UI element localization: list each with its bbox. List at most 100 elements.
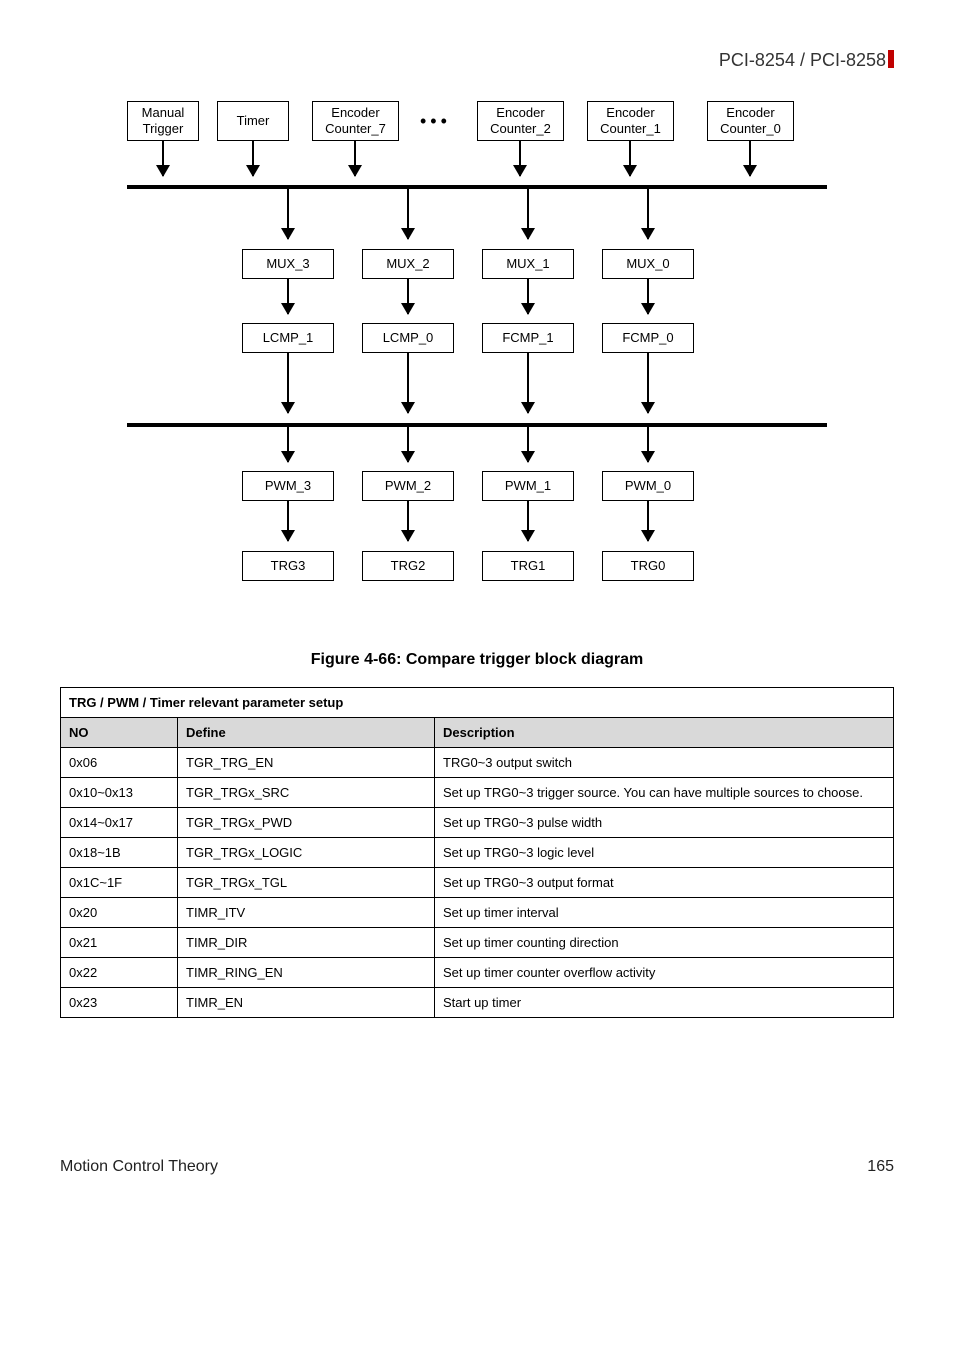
box-mux1: MUX_1 [482,249,574,279]
label: TRG1 [511,558,546,574]
table-row: 0x20TIMR_ITVSet up timer interval [61,898,894,928]
box-encoder2: Encoder Counter_2 [477,101,564,141]
cell-desc: Set up TRG0~3 pulse width [435,808,894,838]
cell-no: 0x21 [61,928,178,958]
arrow-icon [647,501,649,541]
arrow-icon [527,189,529,239]
cell-define: TGR_TRGx_SRC [178,778,435,808]
cell-define: TGR_TRGx_TGL [178,868,435,898]
box-manual-trigger: Manual Trigger [127,101,199,141]
label: TRG2 [391,558,426,574]
cell-define: TGR_TRG_EN [178,748,435,778]
cell-no: 0x22 [61,958,178,988]
cell-desc: Start up timer [435,988,894,1018]
box-trg3: TRG3 [242,551,334,581]
cell-no: 0x18~1B [61,838,178,868]
arrow-icon [287,279,289,314]
box-encoder7: Encoder Counter_7 [312,101,399,141]
arrow-icon [647,353,649,413]
box-trg1: TRG1 [482,551,574,581]
table-row: 0x18~1BTGR_TRGx_LOGICSet up TRG0~3 logic… [61,838,894,868]
label: Encoder [726,105,774,121]
label: Encoder [331,105,379,121]
col-define: Define [178,718,435,748]
label: Counter_1 [600,121,661,137]
arrow-icon [287,189,289,239]
page-header: PCI-8254 / PCI-8258 [60,50,894,71]
cell-desc: Set up TRG0~3 logic level [435,838,894,868]
label: TRG3 [271,558,306,574]
col-no: NO [61,718,178,748]
cell-define: TIMR_DIR [178,928,435,958]
label: Counter_7 [325,121,386,137]
label: Encoder [496,105,544,121]
block-diagram: Manual Trigger Timer Encoder Counter_7 •… [127,101,827,631]
red-accent-bar [888,50,894,68]
arrow-icon [354,141,356,176]
parameter-table: TRG / PWM / Timer relevant parameter set… [60,687,894,1018]
cell-define: TGR_TRGx_LOGIC [178,838,435,868]
box-trg2: TRG2 [362,551,454,581]
label: PWM_0 [625,478,671,494]
box-fcmp0: FCMP_0 [602,323,694,353]
arrow-icon [287,427,289,462]
label: MUX_2 [386,256,429,272]
label: LCMP_1 [263,330,314,346]
arrow-icon [527,501,529,541]
box-lcmp0: LCMP_0 [362,323,454,353]
label: Counter_0 [720,121,781,137]
label: Trigger [143,121,184,137]
box-timer: Timer [217,101,289,141]
label: Counter_2 [490,121,551,137]
arrow-icon [407,501,409,541]
cell-desc: Set up timer counting direction [435,928,894,958]
arrow-icon [647,279,649,314]
bus-bar [127,423,827,427]
arrow-icon [407,353,409,413]
arrow-icon [407,427,409,462]
col-description: Description [435,718,894,748]
arrow-icon [647,427,649,462]
label: Encoder [606,105,654,121]
page-footer: Motion Control Theory 165 [60,1158,894,1176]
footer-left: Motion Control Theory [60,1158,218,1176]
table-row: 0x23TIMR_ENStart up timer [61,988,894,1018]
cell-no: 0x1C~1F [61,868,178,898]
ellipsis-icon: ••• [420,111,451,132]
label: PWM_2 [385,478,431,494]
box-pwm0: PWM_0 [602,471,694,501]
arrow-icon [287,501,289,541]
cell-desc: TRG0~3 output switch [435,748,894,778]
bus-bar [127,185,827,189]
box-encoder1: Encoder Counter_1 [587,101,674,141]
label: Timer [237,113,270,129]
arrow-icon [527,279,529,314]
arrow-icon [527,427,529,462]
cell-desc: Set up TRG0~3 trigger source. You can ha… [435,778,894,808]
cell-define: TGR_TRGx_PWD [178,808,435,838]
figure-caption: Figure 4-66: Compare trigger block diagr… [60,651,894,669]
box-mux2: MUX_2 [362,249,454,279]
label: MUX_3 [266,256,309,272]
arrow-icon [527,353,529,413]
table-row: 0x1C~1FTGR_TRGx_TGLSet up TRG0~3 output … [61,868,894,898]
box-fcmp1: FCMP_1 [482,323,574,353]
cell-no: 0x10~0x13 [61,778,178,808]
arrow-icon [407,279,409,314]
box-lcmp1: LCMP_1 [242,323,334,353]
cell-no: 0x06 [61,748,178,778]
box-pwm2: PWM_2 [362,471,454,501]
header-text: PCI-8254 / PCI-8258 [719,50,886,70]
label: TRG0 [631,558,666,574]
label: FCMP_1 [502,330,553,346]
cell-no: 0x20 [61,898,178,928]
table-row: 0x06TGR_TRG_ENTRG0~3 output switch [61,748,894,778]
label: LCMP_0 [383,330,434,346]
table-row: 0x14~0x17TGR_TRGx_PWDSet up TRG0~3 pulse… [61,808,894,838]
box-trg0: TRG0 [602,551,694,581]
arrow-icon [407,189,409,239]
arrow-icon [287,353,289,413]
footer-page-number: 165 [867,1158,894,1176]
box-mux0: MUX_0 [602,249,694,279]
table-title: TRG / PWM / Timer relevant parameter set… [61,688,894,718]
